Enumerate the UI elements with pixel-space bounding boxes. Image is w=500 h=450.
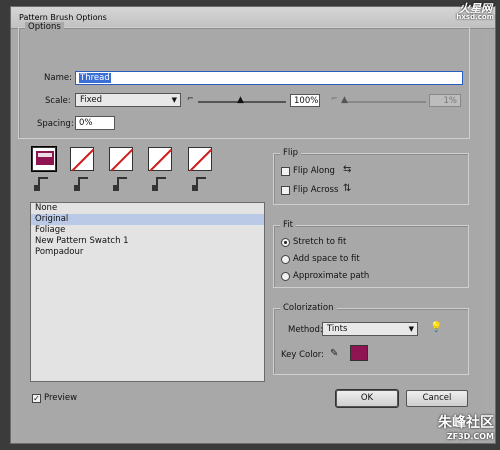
variation-value: 1% <box>443 96 458 106</box>
inner-corner-tile-icon <box>113 177 131 191</box>
side-tile-icon <box>34 177 52 191</box>
stretch-to-fit-label: Stretch to fit <box>293 237 347 247</box>
name-field[interactable]: Thread <box>75 71 463 85</box>
spacing-label: Spacing: <box>37 119 74 129</box>
colorization-method-dropdown[interactable]: Tints ▼ <box>322 322 418 336</box>
list-item[interactable]: None <box>31 203 264 214</box>
approximate-path-label: Approximate path <box>293 271 370 281</box>
tile-swatch-highlight <box>38 153 52 157</box>
pattern-brush-dialog: Options Name: Thread Scale: Fixed ▼ ⌐ ▲ … <box>16 22 484 440</box>
add-space-to-fit-radio[interactable] <box>281 255 290 264</box>
scale-percent-value: 100% <box>294 96 319 106</box>
flip-across-checkbox[interactable] <box>281 186 290 195</box>
scale-label: Scale: <box>45 96 71 106</box>
cancel-button[interactable]: Cancel <box>406 390 468 407</box>
spacing-field[interactable]: 0% <box>75 116 115 130</box>
flip-along-checkbox[interactable] <box>281 167 290 176</box>
fit-legend: Fit <box>280 220 296 230</box>
colorization-legend: Colorization <box>280 303 337 313</box>
no-tile-icon <box>189 148 213 172</box>
eyedropper-icon[interactable]: ✎ <box>330 349 338 359</box>
ok-button[interactable]: OK <box>336 390 398 407</box>
variation-slider <box>342 101 426 103</box>
preview-checkbox[interactable]: ✓ <box>32 394 41 403</box>
colorization-group: Colorization <box>273 303 469 375</box>
tips-lightbulb-icon[interactable]: 💡 <box>430 323 442 333</box>
chevron-down-icon: ▼ <box>171 96 177 104</box>
chevron-down-icon: ▼ <box>408 325 414 333</box>
window-title: Pattern Brush Options <box>19 13 107 22</box>
flip-along-icon: ⇆ <box>343 164 352 175</box>
side-tile-button[interactable] <box>32 147 56 171</box>
flip-along-label: Flip Along <box>293 166 335 176</box>
list-item[interactable]: Original <box>31 214 264 225</box>
spacing-value: 0% <box>79 118 93 128</box>
flip-group: Flip <box>273 148 469 205</box>
pattern-swatch-list[interactable]: None Original Foliage New Pattern Swatch… <box>30 202 265 382</box>
name-label: Name: <box>44 73 72 83</box>
scale-percent-field[interactable]: 100% <box>290 94 320 107</box>
scale-small-icon: ⌐ <box>187 94 194 103</box>
watermark-site: hxsd.com <box>456 13 494 21</box>
stretch-to-fit-radio[interactable] <box>281 238 290 247</box>
no-tile-icon <box>110 148 134 172</box>
end-tile-icon <box>192 177 210 191</box>
watermark-community-site: ZF3D.COM <box>446 432 494 441</box>
flip-legend: Flip <box>280 148 302 158</box>
options-legend: Options <box>25 22 64 32</box>
scale-slider-thumb[interactable]: ▲ <box>237 96 244 105</box>
list-item[interactable]: New Pattern Swatch 1 <box>31 236 264 247</box>
name-value: Thread <box>79 73 111 83</box>
inner-corner-tile-button[interactable] <box>109 147 134 172</box>
no-tile-icon <box>149 148 173 172</box>
list-item[interactable]: Foliage <box>31 225 264 236</box>
outer-corner-tile-icon <box>74 177 92 191</box>
variation-small-icon: ⌐ <box>331 94 338 103</box>
flip-across-icon: ⇅ <box>343 183 352 194</box>
preview-label: Preview <box>44 393 78 403</box>
colorization-method-value: Tints <box>327 324 348 334</box>
no-tile-icon <box>71 148 95 172</box>
scale-method-dropdown[interactable]: Fixed ▼ <box>75 93 181 107</box>
flip-across-label: Flip Across <box>293 185 339 195</box>
variation-slider-thumb: ▲ <box>341 95 348 105</box>
end-tile-button[interactable] <box>188 147 213 172</box>
list-item[interactable]: Pompadour <box>31 247 264 258</box>
watermark-community-brand: 朱峰社区 <box>438 415 494 431</box>
scale-method-value: Fixed <box>80 95 103 105</box>
key-color-swatch[interactable] <box>350 345 368 361</box>
method-label: Method: <box>288 325 323 335</box>
approximate-path-radio[interactable] <box>281 272 290 281</box>
add-space-to-fit-label: Add space to fit <box>293 254 360 264</box>
watermark-logo: 火星网 hxsd.com <box>406 0 496 22</box>
key-color-label: Key Color: <box>281 350 325 360</box>
watermark-community: 朱峰社区 ZF3D.COM <box>438 416 494 444</box>
start-tile-icon <box>152 177 170 191</box>
start-tile-button[interactable] <box>148 147 173 172</box>
outer-corner-tile-button[interactable] <box>70 147 95 172</box>
variation-field: 1% <box>429 94 461 107</box>
